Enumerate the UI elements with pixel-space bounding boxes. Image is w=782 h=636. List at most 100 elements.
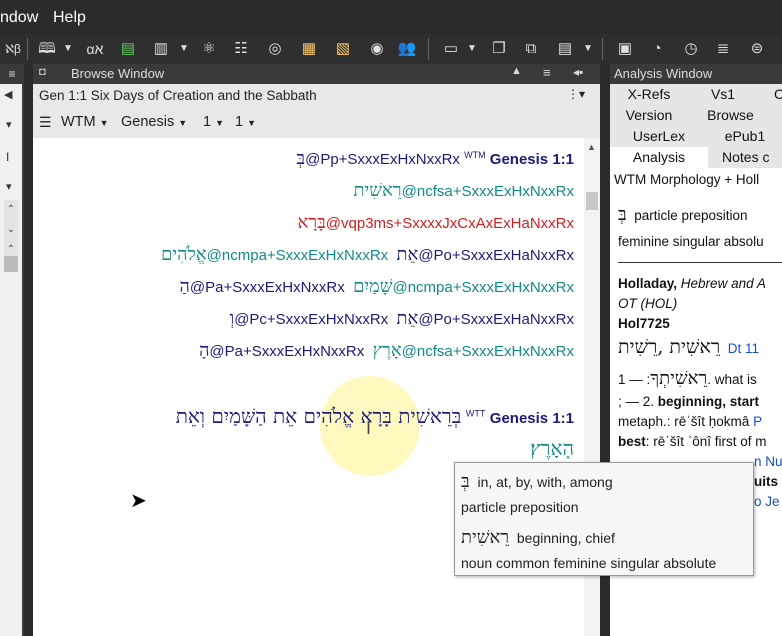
chevron-up-icon[interactable]: ▲ xyxy=(511,65,522,77)
tab-userlex[interactable]: UserLex xyxy=(610,126,708,147)
scripture-link[interactable]: Dt 11 xyxy=(728,341,759,356)
version-label: WTT xyxy=(465,408,486,419)
hebrew-word[interactable]: אָרֶץ xyxy=(373,340,402,361)
morph-line: אֱלֹהִים@ncmpa+SxxxExHxNxxRx אֵת@Po+Sxxx… xyxy=(161,244,574,265)
morph-code[interactable]: @Pp+SxxxExHxNxxRx xyxy=(305,151,460,168)
wtt-hebrew-text[interactable]: הָאָרֶץ׃ xyxy=(530,436,574,460)
window-toggle-icon[interactable]: ◘ xyxy=(39,66,46,78)
chevron-down-icon[interactable]: ▼ xyxy=(582,37,594,61)
lexicon-headword: רֵאשִׁית ,רֵשִׁית Dt 11 xyxy=(618,336,759,358)
hebrew-word[interactable]: בְּ xyxy=(618,204,627,225)
morph-code[interactable]: @ncfsa+SxxxExHxNxxRx xyxy=(402,183,574,200)
hebrew-word[interactable]: הָ xyxy=(199,340,209,361)
menu-window[interactable]: ndow xyxy=(0,9,38,27)
browse-window-titlebar: ◘ Browse Window ▲ ≡ ◂▪ xyxy=(33,64,600,84)
morph-code[interactable]: @Po+SxxxExHaNxxRx xyxy=(418,311,574,328)
hebrew-font-icon[interactable]: ℵβ xyxy=(2,37,24,61)
hebrew-word[interactable]: אֱלֹהִים xyxy=(161,244,207,265)
search-book-icon[interactable]: 🕮 xyxy=(34,37,60,61)
verse-list-icon[interactable]: ▧ xyxy=(330,37,356,61)
morph-code[interactable]: @Po+SxxxExHaNxxRx xyxy=(418,247,574,264)
compass-icon[interactable]: ◔ xyxy=(644,37,670,61)
lexicon-line: uits xyxy=(754,474,779,489)
lexicon-line[interactable]: o Je xyxy=(754,494,780,509)
tab-notes[interactable]: Notes c xyxy=(708,147,782,168)
duplicate-icon[interactable]: ⧉ xyxy=(518,37,544,61)
left-panel: ◀ ▾ I ▾ ⌃ ⌄ ⌃ xyxy=(0,84,22,636)
menu-icon[interactable]: ≡ xyxy=(0,64,24,84)
hebrew-word[interactable]: רֵאשִׁית xyxy=(354,180,402,201)
verse-reference[interactable]: Genesis 1:1 xyxy=(490,410,574,427)
verse-selector[interactable]: 1 ▼ xyxy=(235,114,256,130)
chapter-selector[interactable]: 1 ▼ xyxy=(203,114,224,130)
hebrew-word[interactable]: הַ xyxy=(180,276,190,297)
morph-line: הַ@Pa+SxxxExHxNxxRx שָּׁמַיִם@ncmpa+Sxxx… xyxy=(180,276,574,297)
network-icon[interactable]: ⚛ xyxy=(196,37,222,61)
morph-code[interactable]: @Pc+SxxxExHxNxxRx xyxy=(234,311,388,328)
morph-code[interactable]: @Pa+SxxxExHxNxxRx xyxy=(209,343,364,360)
chevron-down-icon[interactable]: ▼ xyxy=(466,37,478,61)
copy-pages-icon[interactable]: ❐ xyxy=(486,37,512,61)
verse-circle-icon[interactable]: ◉ xyxy=(364,37,390,61)
lexicon-line: ; — 2. beginning, start xyxy=(618,394,760,409)
scroll-thumb[interactable] xyxy=(4,256,18,272)
tab-epub1[interactable]: ePub1 xyxy=(708,126,782,147)
book-selector[interactable]: Genesis ▼ xyxy=(121,114,187,130)
users-icon[interactable]: 👥 xyxy=(394,37,420,61)
morph-code[interactable]: @ncmpa+SxxxExHxNxxRx xyxy=(392,279,574,296)
wtt-hebrew-text[interactable]: בְּרֵאשִׁית בָּרָא אֱלֹהִים אֵת הַשָּׁמַ… xyxy=(176,404,462,428)
list-lines-icon[interactable]: ≣ xyxy=(710,37,736,61)
chevron-down-icon[interactable]: ▼ xyxy=(178,37,190,61)
tab-vs1[interactable]: Vs1 xyxy=(688,84,758,105)
tab-analysis[interactable]: Analysis xyxy=(610,147,708,168)
list-icon[interactable]: ☰ xyxy=(39,114,52,131)
analysis-entry: בְּ particle preposition xyxy=(618,204,748,225)
verse-stack-icon[interactable]: ▦ xyxy=(296,37,322,61)
menu-help[interactable]: Help xyxy=(53,9,86,27)
menu-icon[interactable]: ≡ xyxy=(543,65,551,80)
clock-icon[interactable]: ◷ xyxy=(678,37,704,61)
morph-code[interactable]: @ncfsa+SxxxExHxNxxRx xyxy=(402,343,574,360)
chevron-down-icon[interactable]: ▾ xyxy=(6,180,12,193)
chevron-left-icon[interactable]: ◀ xyxy=(4,88,12,101)
hebrew-word[interactable]: בָּרָא xyxy=(297,212,325,233)
library-icon[interactable]: ▥ xyxy=(148,37,174,61)
morph-line: בְּ@Pp+SxxxExHxNxxRx WTM Genesis 1:1 xyxy=(296,148,574,169)
chevron-down-icon[interactable]: ▼ xyxy=(62,37,74,61)
parallel-columns-icon[interactable]: ▤ xyxy=(115,37,141,61)
lexicon-line[interactable]: n Nu xyxy=(754,454,782,469)
chevron-down-icon[interactable]: ▾ xyxy=(6,118,12,131)
scroll-thumb[interactable] xyxy=(586,192,598,210)
version-selector[interactable]: WTM ▼ xyxy=(61,114,109,130)
tab-xrefs[interactable]: X-Refs xyxy=(610,84,688,105)
word-list-icon[interactable]: ☷ xyxy=(228,37,254,61)
dock-icon[interactable]: ◂▪ xyxy=(573,65,583,79)
more-dots-icon[interactable]: ⋮▾ xyxy=(567,87,585,101)
hebrew-word[interactable]: אֵת xyxy=(397,244,419,265)
scroll-up-icon[interactable]: ▲ xyxy=(587,142,596,152)
tab-c[interactable]: C xyxy=(758,84,782,105)
part-of-speech: particle preposition xyxy=(461,499,579,515)
toolbar: ℵβ 🕮 ▼ αא ▤ ▥ ▼ ⚛ ☷ ◎ ▦ ▧ ◉ 👥 ▭ ▼ ❐ ⧉ ▤ … xyxy=(0,34,782,64)
window-icon[interactable]: ▭ xyxy=(438,37,464,61)
hebrew-word[interactable]: שָּׁמַיִם xyxy=(353,276,392,297)
lexicon-line: metaph.: rēʾšît ḥokmâ P xyxy=(618,414,763,429)
tab-version[interactable]: Version xyxy=(610,105,688,126)
alpha-aleph-icon[interactable]: αא xyxy=(80,37,110,61)
text-cursor-icon: I xyxy=(366,418,372,438)
tab-browse[interactable]: Browse xyxy=(688,105,773,126)
settings-scale-icon[interactable]: ⊜ xyxy=(744,37,770,61)
mini-scrollbar[interactable]: ⌃ ⌄ ⌃ xyxy=(4,200,18,260)
reference-bar: Gen 1:1 Six Days of Creation and the Sab… xyxy=(33,84,600,108)
word-circle-icon[interactable]: ◎ xyxy=(262,37,288,61)
document-icon[interactable]: ▤ xyxy=(552,37,578,61)
hebrew-word[interactable]: אֵת xyxy=(397,308,419,329)
morph-code[interactable]: @vqp3ms+SxxxxJxCxAxExHaNxxRx xyxy=(326,215,574,232)
gallery-icon[interactable]: ▣ xyxy=(612,37,638,61)
verse-reference[interactable]: Genesis 1:1 xyxy=(490,151,574,168)
hebrew-word[interactable]: בְּ xyxy=(296,148,305,169)
tooltip-row: רֵאשִׁית beginning, chief xyxy=(461,527,615,548)
morph-code[interactable]: @ncmpa+SxxxExHxNxxRx xyxy=(207,247,389,264)
morph-code[interactable]: @Pa+SxxxExHxNxxRx xyxy=(190,279,345,296)
browse-window-title: Browse Window xyxy=(71,66,165,81)
